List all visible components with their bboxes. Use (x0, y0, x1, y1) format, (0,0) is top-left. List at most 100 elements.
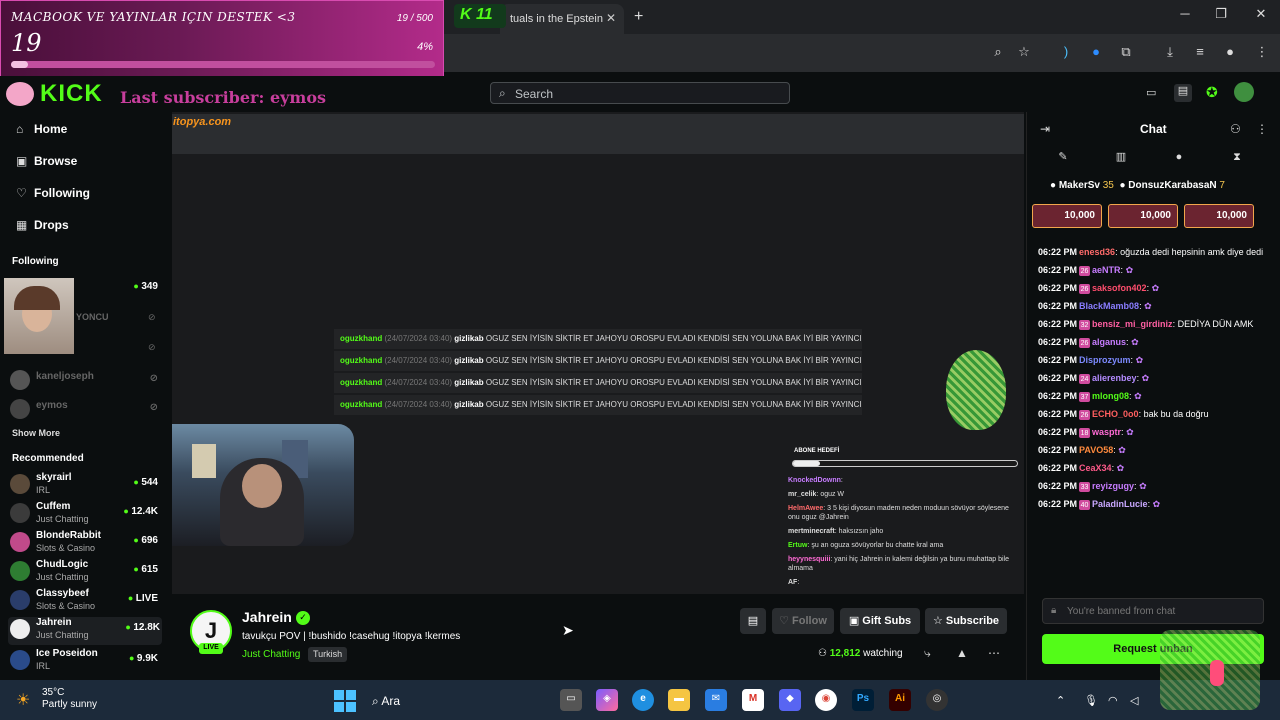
emote-icon: ✿ (1131, 337, 1139, 347)
profile-avatar[interactable]: ● (1220, 44, 1240, 62)
nav-browse[interactable]: ▣ Browse (16, 154, 166, 168)
photoshop-icon[interactable]: Ps (852, 689, 874, 711)
chat-username[interactable]: BlackMamb08 (1079, 301, 1139, 311)
more-options-icon[interactable]: ⋯ (988, 646, 1000, 660)
chat-username[interactable]: mlong08 (1092, 391, 1129, 401)
following-name[interactable]: YONCU (76, 312, 109, 322)
chat-menu-icon[interactable]: ⋮ (1256, 122, 1268, 136)
nav-home[interactable]: ⌂ Home (16, 122, 166, 136)
trash-icon[interactable]: ▥ (1092, 150, 1150, 163)
subscribe-button[interactable]: ☆ Subscribe (925, 608, 1007, 634)
tab-close-icon[interactable]: ✕ (606, 11, 616, 25)
chat-username[interactable]: Disprozyum (1079, 355, 1131, 365)
following-channel[interactable]: eymos ⊘ (10, 397, 160, 425)
theater-icon[interactable]: ▤ (1174, 84, 1192, 102)
volume-icon[interactable]: ◁ (1130, 694, 1138, 707)
chat-username[interactable]: saksofon402 (1092, 283, 1147, 293)
message-icon[interactable]: ● (1150, 151, 1208, 163)
menu-icon[interactable]: ⋮ (1252, 44, 1272, 62)
recommended-channel[interactable]: Classybeef Slots & Casino ● LIVE (10, 588, 160, 616)
chat-username[interactable]: alganus (1092, 337, 1126, 347)
weather-icon: ☀ (16, 692, 31, 709)
show-more-link[interactable]: Show More (12, 428, 60, 438)
wifi-icon[interactable]: ◠ (1108, 694, 1118, 707)
nav-following[interactable]: ♡ Following (16, 186, 166, 200)
gmail-icon[interactable]: M (742, 689, 764, 711)
recommended-channel[interactable]: BlondeRabbit Slots & Casino ● 696 (10, 530, 160, 558)
chat-username[interactable]: alierenbey (1092, 373, 1137, 383)
taskbar-search[interactable]: ⌕ Ara (372, 694, 400, 709)
report-icon[interactable]: ▲ (956, 646, 968, 660)
chat-username[interactable]: PaladinLucie (1092, 499, 1148, 509)
pin-icon[interactable]: ✎ (1034, 150, 1092, 163)
message-target: gizlikab (454, 356, 484, 365)
file-explorer-icon[interactable]: ▬ (668, 689, 690, 711)
chat-username[interactable]: ECHO_0o0 (1092, 409, 1139, 419)
chat-input[interactable]: 🔒︎ You're banned from chat (1042, 598, 1264, 624)
extension-icon[interactable]: ● (1086, 44, 1106, 62)
zoom-icon[interactable]: ⌕ (988, 44, 1008, 62)
stream-category[interactable]: Just Chatting (242, 649, 300, 660)
copilot-icon[interactable]: ◈ (596, 689, 618, 711)
read-aloud-icon[interactable]: ) (1056, 44, 1076, 62)
nav-drops[interactable]: ▦ Drops (16, 218, 166, 232)
illustrator-icon[interactable]: Ai (889, 689, 911, 711)
following-channel[interactable]: ● 349 (10, 276, 160, 304)
streamer-name[interactable]: Jahrein (242, 609, 292, 625)
chrome-icon[interactable]: ◉ (815, 689, 837, 711)
new-tab-button[interactable]: + (634, 8, 643, 26)
chat-username[interactable]: PAVO58 (1079, 445, 1113, 455)
gift-card[interactable]: 10,000 (1108, 204, 1178, 228)
cinema-mode-icon[interactable]: ▭ (1146, 86, 1156, 99)
gift-subs-button[interactable]: ▣ Gift Subs (840, 608, 920, 634)
collapse-chat-icon[interactable]: ⇥ (1040, 122, 1050, 136)
kick-extension-badge[interactable]: K 11 (454, 4, 506, 28)
recommended-channel-active[interactable]: Jahrein Just Chatting ● 12.8K (8, 617, 162, 645)
follow-button[interactable]: ♡ Follow (772, 608, 834, 634)
language-tag[interactable]: Turkish (308, 647, 348, 662)
media-icon[interactable]: ≡ (1190, 44, 1210, 62)
mail-icon[interactable]: ✉ (705, 689, 727, 711)
kick-logo[interactable]: KICK (40, 80, 103, 108)
weather-widget[interactable]: 35°C Partly sunny (42, 687, 97, 711)
gift-card[interactable]: 10,000 (1032, 204, 1102, 228)
recommended-channel[interactable]: skyrairl IRL ● 544 (10, 472, 160, 500)
search-input[interactable]: ⌕ Search (490, 82, 790, 104)
share-icon[interactable]: ⤷ (924, 646, 931, 661)
maximize-icon[interactable]: ❐ (1206, 6, 1236, 26)
chat-username[interactable]: wasptr (1092, 427, 1121, 437)
green-extension-icon[interactable]: ✪ (1206, 84, 1218, 101)
chat-timestamp: 06:22 PM (1038, 247, 1078, 257)
chat-users-icon[interactable]: ⚇ (1230, 122, 1241, 136)
following-channel[interactable]: kaneljoseph ⊘ (10, 368, 160, 396)
recommended-channel[interactable]: ChudLogic Just Chatting ● 615 (10, 559, 160, 587)
obs-icon[interactable]: ◎ (926, 689, 948, 711)
chat-username[interactable]: CeaX34 (1079, 463, 1112, 473)
chat-username[interactable]: reyizgugy (1092, 481, 1134, 491)
minimize-icon[interactable]: ─ (1170, 6, 1200, 26)
app-icon[interactable]: ◆ (779, 689, 801, 711)
kick-badge-count: 11 (476, 6, 493, 23)
user-avatar[interactable] (1234, 82, 1254, 102)
task-view-icon[interactable]: ▭ (560, 689, 582, 711)
hourglass-icon[interactable]: ⧗ (1208, 151, 1266, 164)
download-icon[interactable]: ⤓ (1160, 44, 1180, 62)
chat-timestamp: 06:22 PM (1038, 337, 1078, 347)
emote-icon: ✿ (1152, 499, 1161, 509)
chat-username[interactable]: aeNTR (1092, 265, 1121, 275)
microphone-icon[interactable]: 🎙︎ (1084, 694, 1098, 707)
clip-icon[interactable]: ▤ (740, 608, 766, 634)
close-window-icon[interactable]: ✕ (1246, 6, 1276, 26)
gift-card[interactable]: 10,000 (1184, 204, 1254, 228)
chat-username[interactable]: bensiz_mi_girdiniz (1092, 319, 1173, 329)
browser-tab[interactable]: tuals in the Epstein ✕ (500, 4, 624, 34)
overlay-chat-user: AF (788, 579, 798, 586)
star-icon[interactable]: ☆ (1014, 44, 1034, 62)
tray-overflow-icon[interactable]: ⌃ (1056, 694, 1065, 707)
extensions-icon[interactable]: ⧉ (1116, 44, 1136, 62)
chat-username[interactable]: enesd36 (1079, 247, 1115, 257)
recommended-channel[interactable]: Cuffem Just Chatting ● 12.4K (10, 501, 160, 529)
recommended-channel[interactable]: Ice Poseidon IRL ● 9.9K (10, 648, 160, 676)
edge-icon[interactable]: e (632, 689, 654, 711)
windows-start-icon[interactable] (334, 690, 356, 712)
